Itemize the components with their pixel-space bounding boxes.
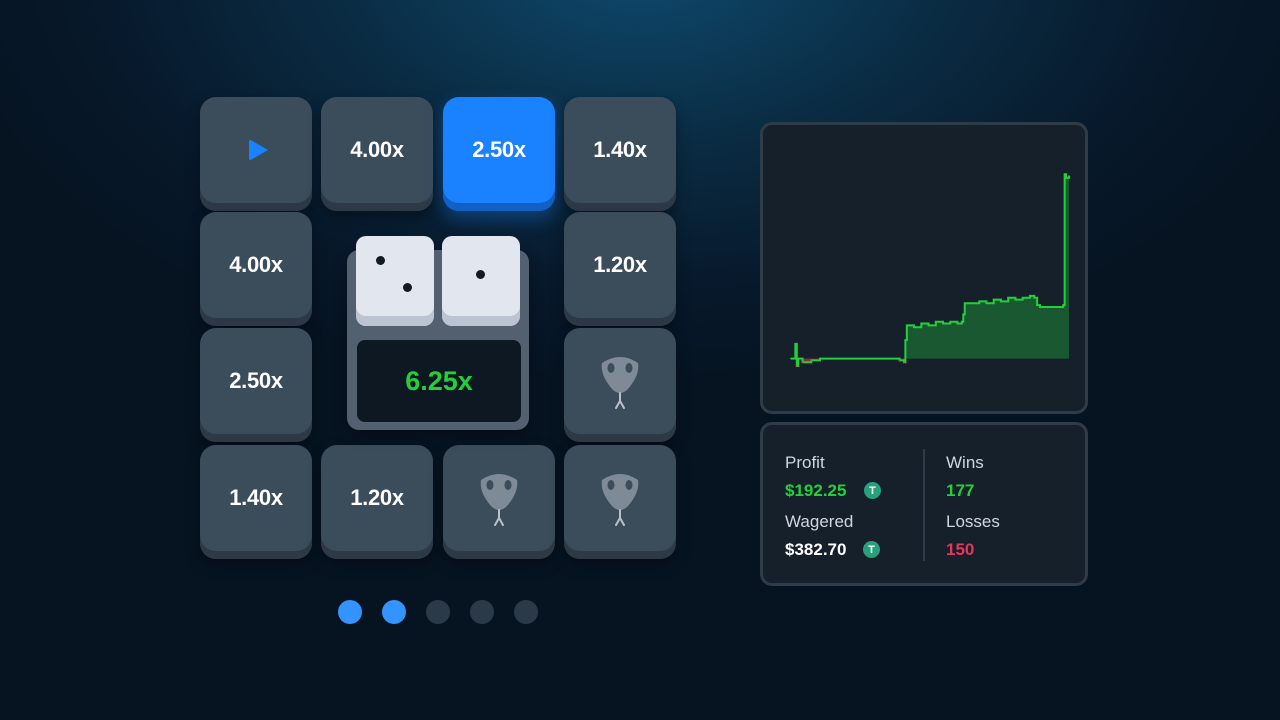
dice-panel: 6.25x xyxy=(347,236,529,430)
chart-point xyxy=(869,357,872,360)
snake-icon xyxy=(601,357,639,409)
chart-point xyxy=(992,298,995,301)
chart-point xyxy=(862,357,865,360)
chart-point xyxy=(1014,298,1017,301)
pagination-dots xyxy=(338,600,538,624)
chart-area-positive xyxy=(791,174,1069,359)
die-pip xyxy=(476,270,485,279)
snake-icon xyxy=(601,474,639,526)
play-tile[interactable] xyxy=(200,97,312,211)
chart-point xyxy=(1050,306,1053,308)
chart-point xyxy=(985,302,988,305)
chart-point xyxy=(884,357,886,360)
chart-point xyxy=(1065,177,1067,179)
losses-label: Losses xyxy=(946,512,1000,531)
chart-point xyxy=(833,357,836,360)
chart-point xyxy=(913,326,915,329)
wagered-value: $382.70 xyxy=(785,540,847,559)
pagination-dot-2[interactable] xyxy=(382,600,406,624)
chart-point xyxy=(927,324,930,327)
die-pip xyxy=(376,256,385,265)
chart-point xyxy=(790,357,792,360)
chart-point xyxy=(810,359,813,362)
chart-point xyxy=(891,357,894,360)
snake-tile[interactable] xyxy=(564,445,676,559)
chart-point xyxy=(795,365,798,367)
wins-label: Wins xyxy=(946,453,984,472)
chart-point xyxy=(819,357,821,360)
die-two xyxy=(356,236,434,326)
chart-point xyxy=(794,343,797,345)
chart-point xyxy=(898,359,901,362)
multiplier-tile[interactable]: 1.20x xyxy=(321,445,433,559)
multiplier-tile[interactable]: 4.00x xyxy=(321,97,433,211)
chart-point xyxy=(1058,306,1060,308)
multiplier-tile[interactable]: 1.20x xyxy=(564,212,676,326)
tether-icon: T xyxy=(864,482,881,499)
chart-point xyxy=(962,313,965,316)
profit-chart xyxy=(790,173,1070,367)
chart-point xyxy=(949,320,952,323)
chart-point xyxy=(971,302,973,305)
snake-tile[interactable] xyxy=(564,328,676,442)
pagination-dot-4[interactable] xyxy=(470,600,494,624)
chart-point xyxy=(920,322,923,325)
chart-point xyxy=(904,339,907,341)
chart-point xyxy=(848,357,850,360)
multiplier-tile[interactable]: 1.40x xyxy=(200,445,312,559)
snake-icon xyxy=(480,474,518,526)
chart-point xyxy=(801,361,804,364)
multiplier-tile[interactable]: 4.00x xyxy=(200,212,312,326)
chart-point xyxy=(934,320,937,323)
multiplier-tile[interactable]: 1.40x xyxy=(564,97,676,211)
chart-point xyxy=(840,357,843,360)
chart-point xyxy=(1036,304,1038,306)
chart-point xyxy=(1068,175,1070,177)
multiplier-tile-active[interactable]: 2.50x xyxy=(443,97,555,211)
die-one xyxy=(442,236,520,326)
chart-point xyxy=(797,357,800,360)
chart-point xyxy=(1007,296,1009,299)
chart-point xyxy=(956,322,959,325)
play-icon xyxy=(248,139,268,161)
chart-point xyxy=(1033,296,1036,299)
chart-point xyxy=(855,357,857,360)
chart-point xyxy=(906,324,908,327)
chart-point xyxy=(1039,306,1041,308)
chart-point xyxy=(961,320,963,323)
chart-point xyxy=(826,357,828,360)
multiplier-tile[interactable]: 2.50x xyxy=(200,328,312,442)
snake-tile[interactable] xyxy=(443,445,555,559)
chart-point xyxy=(942,322,944,325)
tether-icon: T xyxy=(863,541,880,558)
wagered-label: Wagered xyxy=(785,512,854,531)
result-multiplier: 6.25x xyxy=(357,340,521,422)
stats-divider xyxy=(923,449,925,561)
chart-point xyxy=(1021,296,1024,299)
chart-point xyxy=(1043,306,1046,308)
losses-value: 150 xyxy=(946,540,975,559)
die-pip xyxy=(403,283,412,292)
chart-point xyxy=(1063,173,1066,176)
chart-point xyxy=(1000,300,1002,303)
stats-panel: Profit $192.25 T Wagered $382.70 T Wins … xyxy=(760,422,1088,586)
profit-value: $192.25 xyxy=(785,481,847,500)
profit-chart-panel xyxy=(760,122,1088,414)
pagination-dot-5[interactable] xyxy=(514,600,538,624)
pagination-dot-3[interactable] xyxy=(426,600,450,624)
chart-point xyxy=(877,357,879,360)
game-board: 4.00x 2.50x 1.40x 4.00x 1.20x 2.50x 1.40… xyxy=(0,0,1280,720)
profit-label: Profit xyxy=(785,453,825,472)
chart-area-negative xyxy=(791,358,1069,366)
chart-point xyxy=(1029,295,1031,297)
chart-point xyxy=(903,361,905,364)
chart-point xyxy=(963,302,966,305)
chart-point xyxy=(978,300,981,303)
chart-point xyxy=(1062,304,1065,306)
chart-point xyxy=(793,357,795,360)
wins-value: 177 xyxy=(946,481,975,500)
pagination-dot-1[interactable] xyxy=(338,600,362,624)
